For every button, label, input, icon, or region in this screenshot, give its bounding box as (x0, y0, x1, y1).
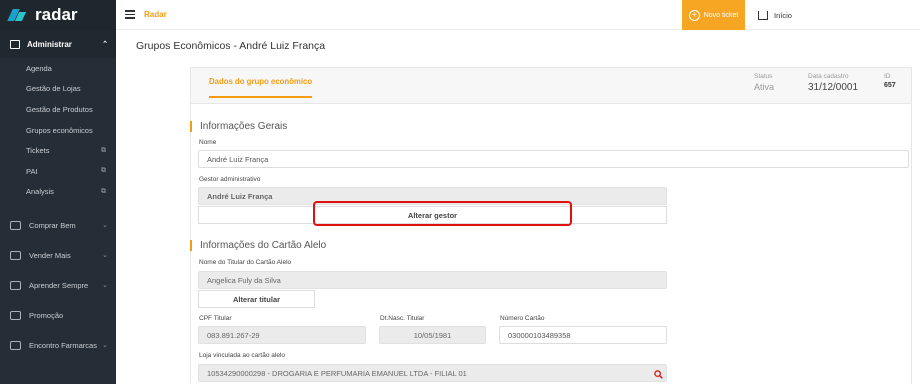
sidebar-group[interactable]: Promoção (0, 300, 116, 330)
sidebar-group[interactable]: Encontro Farmarcas ⌄ (0, 330, 116, 360)
novo-ticket-label: Novo ticket (703, 11, 739, 19)
alterar-titular-button[interactable]: Alterar titular (198, 290, 315, 308)
sidebar-group-label: Aprender Sempre (29, 280, 89, 290)
cadastro-meta: Data cadastro 31/12/0001 (808, 73, 858, 93)
section-informacoes-gerais: Informações Gerais (190, 121, 287, 132)
inicio-label: Início (774, 10, 792, 20)
home-icon (758, 10, 768, 20)
radar-logo-icon (7, 9, 30, 21)
search-icon[interactable] (654, 370, 663, 381)
sidebar-groups: Comprar Bem ⌄ Vender Mais ⌄ Aprender Sempre ⌄… (0, 210, 116, 360)
plus-circle-icon: + (688, 9, 700, 21)
sidebar-item-label: Gestão de Produtos (26, 104, 93, 114)
group-icon (10, 340, 21, 350)
sidebar-section-administrar[interactable]: Administrar ⌃ (0, 30, 116, 58)
menu-icon[interactable] (125, 8, 135, 21)
sidebar-item[interactable]: Agenda (0, 58, 116, 79)
dtnasc-label: Dt.Nasc. Titular (380, 315, 425, 322)
loja-label: Loja vinculada ao cartão alelo (199, 352, 286, 359)
sidebar-subitems: Agenda Gestão de Lojas Gestão de Produtos G… (0, 58, 116, 202)
novo-ticket-button[interactable]: + Novo ticket (682, 0, 745, 30)
nome-label: Nome (199, 139, 217, 146)
sidebar-item[interactable]: PAI ⧉ (0, 161, 116, 182)
cpf-field: 083.891.267-29 (198, 326, 366, 344)
chevron-down-icon: ⌄ (102, 222, 108, 230)
group-icon (10, 220, 21, 230)
chevron-down-icon: ⌄ (102, 252, 108, 260)
external-link-icon: ⧉ (101, 187, 106, 195)
id-value: 657 (884, 82, 896, 89)
brand-name: radar (35, 5, 78, 24)
dtnasc-field: 10/05/1981 (379, 326, 486, 344)
group-icon (10, 250, 21, 260)
external-link-icon: ⧉ (101, 167, 106, 175)
sidebar-item-label: Gestão de Lojas (26, 84, 81, 94)
sidebar-group[interactable]: Vender Mais ⌄ (0, 240, 116, 270)
logo[interactable]: radar (0, 0, 116, 30)
numero-label: Número Cartão (500, 315, 545, 322)
sidebar-item[interactable]: Gestão de Lojas (0, 79, 116, 100)
sidebar-item[interactable]: Gestão de Produtos (0, 99, 116, 120)
briefcase-icon (10, 39, 20, 49)
status-label: Status (754, 73, 773, 80)
sidebar: radar Administrar ⌃ Agenda Gestão de Loja… (0, 0, 116, 384)
chevron-down-icon: ⌄ (102, 342, 108, 350)
titular-field: Angelica Fuly da Silva (198, 271, 667, 289)
sidebar-item-label: Grupos econômicos (26, 125, 93, 135)
section-label: Administrar (27, 39, 72, 49)
sidebar-group-label: Encontro Farmarcas (29, 340, 97, 350)
breadcrumb[interactable]: Radar (144, 10, 167, 19)
gestor-label: Gestor administrativo (199, 176, 261, 183)
cadastro-value: 31/12/0001 (808, 82, 859, 93)
numero-input[interactable]: 030000103489358 (499, 326, 667, 344)
cadastro-label: Data cadastro (808, 73, 849, 80)
sidebar-item[interactable]: Analysis ⧉ (0, 182, 116, 203)
section-cartao-alelo: Informações do Cartão Alelo (190, 240, 326, 251)
status-value: Ativa (754, 82, 775, 92)
card-header: Dados do grupo econômico Status Ativa Da… (191, 68, 911, 104)
group-icon (10, 280, 21, 290)
sidebar-group[interactable]: Aprender Sempre ⌄ (0, 270, 116, 300)
titular-label: Nome do Titular do Cartão Alelo (199, 259, 292, 266)
tab-dados-grupo[interactable]: Dados do grupo econômico (209, 77, 313, 98)
loja-field[interactable]: 10534290000298 - DROGARIA E PERFUMARIA E… (198, 364, 667, 382)
sidebar-item-label: Tickets (26, 146, 50, 156)
sidebar-item[interactable]: Grupos econômicos (0, 120, 116, 141)
inicio-button[interactable]: Início (758, 0, 792, 30)
page-title: Grupos Econômicos - André Luiz França (136, 40, 326, 52)
status-meta: Status Ativa (754, 73, 774, 92)
id-label: ID (884, 73, 891, 80)
cpf-label: CPF Titular (199, 315, 232, 322)
sidebar-group[interactable]: Comprar Bem ⌄ (0, 210, 116, 240)
topbar: Radar (116, 0, 920, 30)
sidebar-item[interactable]: Tickets ⧉ (0, 140, 116, 161)
nome-input[interactable]: André Luiz França (198, 150, 909, 168)
sidebar-group-label: Promoção (29, 310, 64, 320)
external-link-icon: ⧉ (101, 146, 106, 154)
chevron-down-icon: ⌄ (102, 282, 108, 290)
sidebar-item-label: PAI (26, 166, 38, 176)
sidebar-item-label: Agenda (26, 63, 52, 73)
sidebar-item-label: Analysis (26, 187, 54, 197)
highlight-box (313, 201, 572, 226)
sidebar-group-label: Vender Mais (29, 250, 71, 260)
group-icon (10, 310, 21, 320)
id-meta: ID 657 (884, 73, 896, 89)
sidebar-group-label: Comprar Bem (29, 220, 76, 230)
chevron-up-icon: ⌃ (102, 41, 108, 48)
